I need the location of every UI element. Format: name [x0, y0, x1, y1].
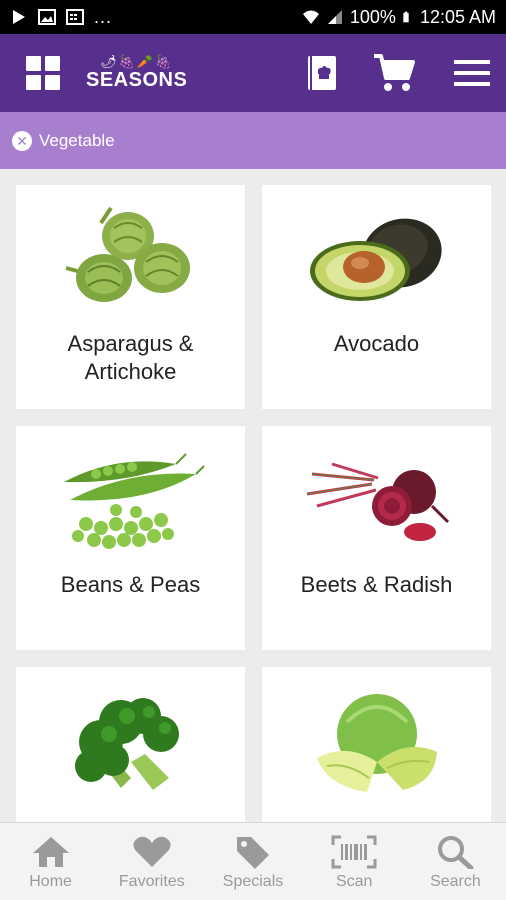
nav-home[interactable]: Home — [0, 823, 101, 900]
play-store-icon — [13, 10, 25, 24]
beets-image — [262, 426, 491, 571]
nav-label: Search — [430, 873, 481, 890]
produce-card-beets-radish[interactable]: Beets & Radish — [262, 426, 491, 650]
image-notification-icon — [38, 9, 56, 25]
produce-card-avocado[interactable]: Avocado — [262, 185, 491, 409]
produce-card-beans-peas[interactable]: Beans & Peas — [16, 426, 245, 650]
clear-filter-button[interactable]: ✕ — [12, 130, 32, 151]
battery-percent: 100% — [349, 6, 396, 27]
nav-label: Specials — [222, 873, 284, 890]
produce-label: Asparagus & Artichoke — [58, 330, 204, 386]
barcode-icon — [331, 835, 377, 869]
nav-search[interactable]: Search — [405, 823, 506, 900]
filter-bar: ✕ Vegetable — [0, 112, 506, 169]
artichoke-image — [16, 185, 245, 330]
nav-label: Scan — [335, 873, 373, 890]
status-bar: ... 100% 12:05 AM — [0, 0, 506, 34]
avocado-image — [262, 185, 491, 330]
wifi-icon — [302, 10, 319, 24]
more-notifications: ... — [94, 7, 113, 27]
logo-produce-icons: 🌶🍇🥕🍇 — [100, 54, 174, 69]
app-logo: 🌶🍇🥕🍇 SEASONS — [86, 54, 188, 92]
nav-label: Home — [29, 873, 72, 890]
logo-text: SEASONS — [86, 69, 188, 91]
home-icon — [32, 837, 69, 867]
filter-label: Vegetable — [39, 130, 115, 150]
produce-label: Beets & Radish — [291, 571, 463, 599]
broccoli-image — [16, 667, 245, 817]
nav-label: Favorites — [118, 873, 185, 890]
produce-label: Beans & Peas — [51, 571, 210, 599]
produce-card-cabbage[interactable] — [262, 667, 491, 822]
produce-label-line: Beans & Peas — [60, 572, 201, 597]
cabbage-image — [262, 667, 491, 817]
clock: 12:05 AM — [419, 6, 496, 27]
nav-scan[interactable]: Scan — [304, 823, 405, 900]
hamburger-menu-icon — [454, 60, 490, 86]
peas-image — [16, 426, 245, 571]
app-bar: 🌶🍇🥕🍇 SEASONS — [0, 34, 506, 112]
produce-grid: Asparagus & Artichoke Avocado Beans & Pe… — [0, 169, 506, 822]
signal-icon — [327, 10, 342, 24]
tag-icon — [237, 837, 269, 869]
grid-cell — [45, 75, 60, 90]
recipe-book-button[interactable] — [306, 54, 338, 92]
grid-cell — [45, 56, 60, 71]
grid-cell — [26, 56, 41, 71]
produce-card-broccoli[interactable] — [16, 667, 245, 822]
search-icon — [438, 836, 474, 869]
battery-icon — [403, 11, 409, 23]
heart-icon — [133, 836, 171, 867]
grid-cell — [26, 75, 41, 90]
produce-label-line: Beets & Radish — [300, 572, 453, 597]
produce-label-line: Artichoke — [84, 359, 177, 384]
produce-card-asparagus-artichoke[interactable]: Asparagus & Artichoke — [16, 185, 245, 409]
recipe-book-icon — [308, 56, 336, 90]
cart-icon — [374, 54, 415, 91]
nav-specials[interactable]: Specials — [202, 823, 303, 900]
produce-label-line: Avocado — [333, 331, 420, 356]
bottom-navigation: Home Favorites Specials Scan Search — [0, 822, 506, 900]
menu-button[interactable] — [454, 58, 490, 88]
nav-favorites[interactable]: Favorites — [101, 823, 202, 900]
cart-button[interactable] — [372, 52, 416, 94]
calendar-notification-icon — [66, 9, 84, 25]
category-grid-button[interactable] — [26, 56, 60, 90]
produce-label-line: Asparagus & — [67, 331, 194, 356]
produce-label: Avocado — [324, 330, 429, 358]
